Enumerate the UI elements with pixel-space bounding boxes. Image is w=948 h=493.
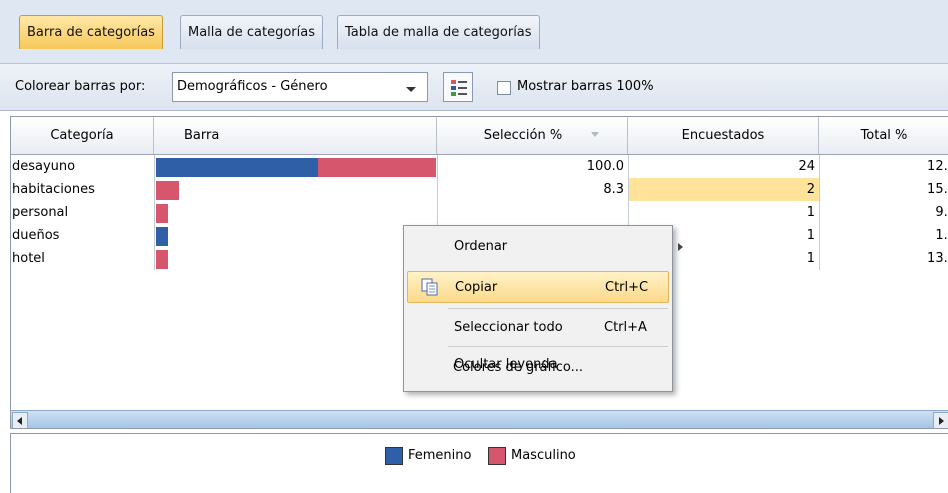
color-by-label: Colorear barras por: <box>15 79 146 94</box>
legend-label-masculino: Masculino <box>511 448 576 463</box>
copy-icon <box>421 278 438 296</box>
table-row[interactable]: desayuno 100.0 24 12.0 <box>11 155 948 178</box>
bar-segment-femenino <box>156 158 318 177</box>
cell-total-percent: 13.0 <box>927 251 948 266</box>
menu-shortcut-seleccionar-todo: Ctrl+A <box>604 320 647 335</box>
menu-item-copiar[interactable]: Copiar Ctrl+C <box>407 271 669 303</box>
arrow-right-icon <box>939 417 944 425</box>
menu-label-copiar: Copiar <box>455 280 498 295</box>
cell-total-percent: 1.0 <box>935 228 948 243</box>
cell-selection-percent: 8.3 <box>603 182 624 197</box>
cell-selection-percent: 100.0 <box>586 159 624 174</box>
bar-segment-masculino <box>156 181 179 200</box>
column-header-categoria[interactable]: Categoría <box>11 117 154 154</box>
tab-malla-de-categorias[interactable]: Malla de categorías <box>180 15 323 49</box>
horizontal-scrollbar[interactable] <box>11 410 948 428</box>
legend-line <box>458 81 467 83</box>
cell-selection-percent <box>438 201 628 224</box>
column-header-seleccion[interactable]: Selección % <box>437 117 628 154</box>
cell-total-percent: 9.0 <box>935 205 948 220</box>
toolbar: Colorear barras por: Demográficos - Géne… <box>0 63 948 111</box>
menu-label-colores-de-grafico: Colores de gráfico... <box>453 360 583 375</box>
menu-item-ordenar[interactable]: Ordenar <box>407 231 683 263</box>
legend-icon[interactable] <box>443 72 473 102</box>
legend-line <box>458 87 467 89</box>
legend-label-femenino: Femenino <box>408 448 472 463</box>
tab-strip: Barra de categorías Malla de categorías … <box>0 0 948 63</box>
submenu-arrow-icon <box>678 243 683 251</box>
legend-panel: Femenino Masculino <box>10 433 948 493</box>
bar-segment-femenino <box>156 227 168 246</box>
scroll-left-button[interactable] <box>12 412 28 428</box>
color-by-value: Demográficos - Género <box>177 79 328 94</box>
cell-category: desayuno <box>12 159 76 174</box>
cell-category: personal <box>12 205 69 220</box>
column-header-encuestados[interactable]: Encuestados <box>628 117 819 154</box>
show-100-label: Mostrar barras 100% <box>517 79 654 94</box>
scroll-right-button[interactable] <box>933 412 948 428</box>
arrow-left-icon <box>17 417 22 425</box>
legend-swatch-femenino <box>385 447 403 465</box>
cell-category: dueños <box>12 228 60 243</box>
cell-respondents: 1 <box>806 205 815 220</box>
cell-category: hotel <box>12 251 45 266</box>
menu-label-seleccionar-todo: Seleccionar todo <box>454 320 563 335</box>
menu-item-seleccionar-todo[interactable]: Seleccionar todo Ctrl+A <box>407 312 669 344</box>
menu-label-ordenar: Ordenar <box>454 239 508 254</box>
legend-swatch-blue <box>451 86 456 90</box>
legend-line <box>458 93 467 95</box>
table-row[interactable]: habitaciones 8.3 2 15.0 <box>11 178 948 201</box>
bar-segment-masculino <box>156 204 168 223</box>
menu-separator <box>448 308 668 309</box>
legend-swatch-red <box>451 80 456 84</box>
column-header-total[interactable]: Total % <box>819 117 948 154</box>
cell-respondents: 24 <box>798 159 815 174</box>
menu-shortcut-copiar: Ctrl+C <box>605 280 649 295</box>
cell-category: habitaciones <box>12 182 95 197</box>
bar-segment-masculino <box>318 158 436 177</box>
sort-icon[interactable] <box>591 132 599 137</box>
menu-item-colores-de-grafico[interactable]: Colores de gráfico... <box>406 352 668 384</box>
column-header-barra[interactable]: Barra <box>154 117 437 154</box>
cell-total-percent: 12.0 <box>927 159 948 174</box>
table-row[interactable]: personal 1 9.0 <box>11 201 948 224</box>
cell-respondents: 2 <box>806 182 815 197</box>
legend-swatch-masculino <box>488 447 506 465</box>
chevron-down-icon <box>406 87 416 92</box>
tab-tabla-de-malla[interactable]: Tabla de malla de categorías <box>337 15 540 49</box>
menu-separator <box>448 346 668 347</box>
cell-total-percent: 15.0 <box>927 182 948 197</box>
color-by-dropdown[interactable]: Demográficos - Género <box>172 72 428 102</box>
legend-swatch-green <box>451 92 456 96</box>
tab-barra-de-categorias[interactable]: Barra de categorías <box>19 15 163 49</box>
bar-segment-masculino <box>156 250 168 269</box>
show-100-checkbox[interactable] <box>497 81 511 95</box>
table-header: Categoría Barra Selección % Encuestados … <box>11 117 948 155</box>
